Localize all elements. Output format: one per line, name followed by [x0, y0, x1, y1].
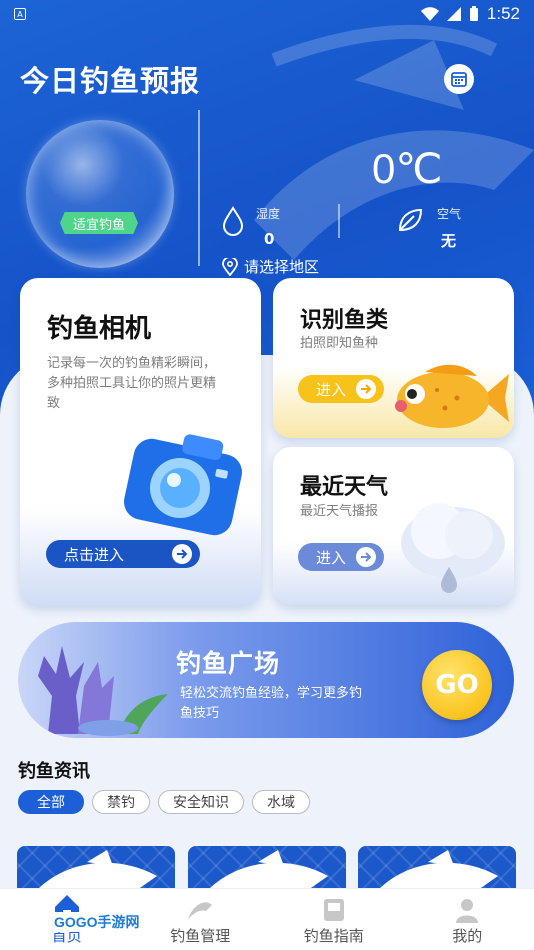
arrow-right-icon: [356, 379, 376, 399]
camera-icon: [124, 434, 242, 536]
fish-logo-icon: [37, 850, 157, 890]
fish-card-desc: 拍照即知鱼种: [300, 336, 379, 351]
news-list: [17, 846, 517, 890]
news-thumbnail[interactable]: [358, 846, 516, 890]
tab-fishing-management[interactable]: 钓鱼管理: [134, 889, 268, 950]
air-stat: 空气 无: [437, 205, 461, 251]
clock: 1:52: [486, 4, 520, 23]
chip-safety[interactable]: 安全知识: [158, 790, 244, 814]
plaza-desc: 轻松交流钓鱼经验，学习更多钓鱼技巧: [180, 686, 363, 721]
battery-icon: [469, 6, 478, 21]
air-label: 空气: [437, 207, 462, 221]
news-thumbnail[interactable]: [188, 846, 346, 890]
humidity-label: 湿度: [256, 207, 281, 221]
camera-card-desc: 记录每一次的钓鱼精彩瞬间，多种拍照工具让你的照片更精致: [47, 356, 217, 411]
camera-enter-button[interactable]: 点击进入: [46, 540, 200, 568]
arrow-right-icon: [172, 544, 192, 564]
fish-enter-button[interactable]: 进入: [298, 375, 384, 403]
humidity-stat: 湿度 0: [256, 205, 280, 248]
news-filter-chips: 全部 禁钓 安全知识 水域: [18, 790, 310, 814]
weather-enter-button[interactable]: 进入: [298, 543, 384, 571]
app-notification-icon: A: [14, 8, 26, 20]
tab-guide-label: 钓鱼指南: [303, 927, 364, 945]
coral-icon: [38, 646, 168, 736]
fishing-camera-card[interactable]: 钓鱼相机 记录每一次的钓鱼精彩瞬间，多种拍照工具让你的照片更精致 点击进入: [20, 278, 261, 606]
calendar-icon: [451, 72, 467, 87]
tab-management-label: 钓鱼管理: [170, 927, 231, 945]
weather-enter-label: 进入: [316, 548, 347, 567]
user-icon: [456, 899, 479, 923]
temperature-value: 0℃: [372, 145, 443, 192]
arrow-right-icon: [356, 547, 376, 567]
fishing-plaza-banner[interactable]: 钓鱼广场 轻松交流钓鱼经验，学习更多钓鱼技巧 GO: [18, 622, 514, 738]
tab-fishing-guide[interactable]: 钓鱼指南: [267, 889, 401, 950]
tab-profile-label: 我的: [452, 927, 483, 945]
humidity-value: 0: [264, 230, 275, 248]
weather-card-title: 最近天气: [300, 475, 389, 500]
goldfish-icon: [395, 364, 509, 428]
fish-tab-icon: [188, 902, 213, 919]
region-selector[interactable]: 请选择地区: [222, 256, 319, 277]
fish-logo-icon: [208, 850, 328, 890]
humidity-icon: [222, 206, 244, 236]
leaf-icon: [398, 208, 423, 232]
wifi-icon: [420, 7, 439, 21]
region-label: 请选择地区: [244, 258, 320, 276]
site-watermark: GOGO手游网: [52, 912, 142, 932]
cloud-icon: [401, 503, 505, 593]
camera-enter-label: 点击进入: [64, 545, 125, 564]
status-bar: A 1:52: [0, 0, 534, 28]
forecast-divider: [198, 110, 200, 266]
guide-book-icon: [323, 899, 344, 921]
location-pin-icon: [222, 257, 238, 276]
news-section-title: 钓鱼资讯: [18, 761, 90, 782]
recent-weather-card[interactable]: 最近天气 最近天气播报 进入: [273, 447, 514, 605]
signal-icon: [446, 7, 461, 21]
fishing-index-bubble: [26, 120, 174, 268]
chip-fishing-ban[interactable]: 禁钓: [92, 790, 150, 814]
stat-divider: [338, 204, 340, 238]
tab-profile[interactable]: 我的: [401, 889, 534, 950]
fish-logo-icon: [378, 850, 498, 890]
fish-enter-label: 进入: [316, 380, 347, 399]
camera-card-title: 钓鱼相机: [47, 314, 152, 344]
fish-card-title: 识别鱼类: [300, 308, 389, 333]
plaza-title: 钓鱼广场: [176, 649, 281, 678]
identify-fish-card[interactable]: 识别鱼类 拍照即知鱼种 进入: [273, 278, 514, 438]
fishing-suitability-badge: 适宜钓鱼: [60, 212, 138, 234]
news-thumbnail[interactable]: [17, 846, 175, 890]
air-value: 无: [441, 232, 457, 250]
plaza-go-button[interactable]: GO: [422, 650, 492, 720]
chip-waters[interactable]: 水域: [252, 790, 310, 814]
page-title: 今日钓鱼预报: [20, 64, 201, 98]
calendar-button[interactable]: [444, 64, 474, 94]
chip-all[interactable]: 全部: [18, 790, 84, 814]
weather-card-desc: 最近天气播报: [300, 504, 379, 519]
